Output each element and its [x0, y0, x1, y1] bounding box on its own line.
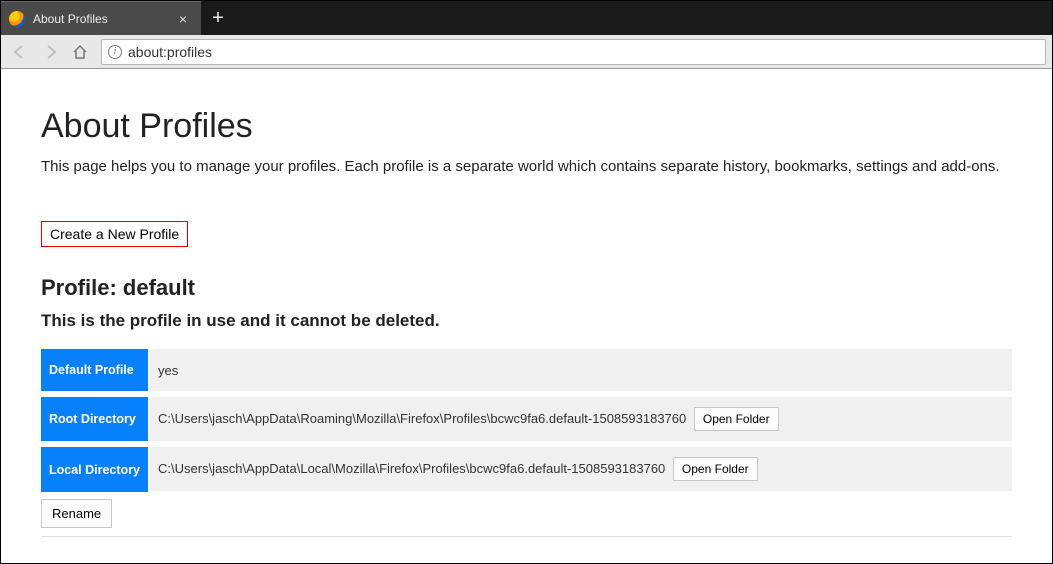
default-profile-value: yes — [158, 363, 178, 378]
table-row: Local Directory C:\Users\jasch\AppData\L… — [41, 444, 1012, 492]
divider — [41, 536, 1012, 537]
home-icon — [72, 44, 88, 60]
rename-button[interactable]: Rename — [41, 499, 112, 528]
new-tab-button[interactable]: + — [201, 1, 235, 35]
back-button[interactable] — [7, 39, 33, 65]
table-row: Root Directory C:\Users\jasch\AppData\Ro… — [41, 394, 1012, 444]
local-directory-label: Local Directory — [41, 444, 149, 492]
titlebar: About Profiles × + — [1, 1, 1052, 35]
profile-table: Default Profile yes Root Directory C:\Us… — [41, 349, 1012, 493]
open-root-folder-button[interactable]: Open Folder — [694, 407, 779, 431]
intro-text: This page helps you to manage your profi… — [41, 158, 1012, 175]
page-content: About Profiles This page helps you to ma… — [1, 69, 1052, 557]
tab-title: About Profiles — [33, 12, 171, 26]
root-directory-value: C:\Users\jasch\AppData\Roaming\Mozilla\F… — [158, 411, 686, 426]
forward-button[interactable] — [37, 39, 63, 65]
open-local-folder-button[interactable]: Open Folder — [673, 457, 758, 481]
root-directory-label: Root Directory — [41, 394, 149, 444]
default-profile-label: Default Profile — [41, 349, 149, 394]
home-button[interactable] — [67, 39, 93, 65]
browser-tab-active[interactable]: About Profiles × — [1, 1, 201, 35]
page-heading: About Profiles — [41, 107, 1012, 146]
tab-close-icon[interactable]: × — [179, 12, 187, 26]
url-text[interactable]: about:profiles — [128, 44, 1039, 60]
url-bar[interactable]: about:profiles — [101, 39, 1046, 65]
table-row: Default Profile yes — [41, 349, 1012, 394]
create-new-profile-button[interactable]: Create a New Profile — [41, 221, 188, 247]
profile-header: Profile: default — [41, 275, 1012, 301]
firefox-favicon-icon — [9, 11, 25, 27]
site-info-icon[interactable] — [108, 45, 122, 59]
nav-toolbar: about:profiles — [1, 35, 1052, 69]
local-directory-value: C:\Users\jasch\AppData\Local\Mozilla\Fir… — [158, 461, 665, 476]
arrow-left-icon — [12, 44, 28, 60]
profile-in-use-notice: This is the profile in use and it cannot… — [41, 311, 1012, 331]
arrow-right-icon — [42, 44, 58, 60]
